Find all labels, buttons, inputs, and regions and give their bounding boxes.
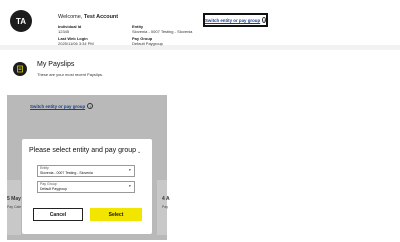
pay-group-select-value[interactable]: Default Paygroup <box>40 187 67 191</box>
payslip-card-right-date: 4 A <box>162 196 170 202</box>
pay-group-select-label: Pay Group <box>40 182 57 186</box>
user-name: Test Account <box>83 14 119 20</box>
entity-value: Slovenia - 0007 Testing - Slovenia <box>132 29 193 34</box>
page-subtitle: These are your most recent Payslips. <box>37 72 104 77</box>
payslip-card-left-sub: Pay Cale <box>7 205 22 209</box>
individual-id-value: 12345 <box>58 29 70 34</box>
document-icon <box>17 65 23 73</box>
switch-entity-link[interactable]: Switch entity or pay group i <box>203 13 268 27</box>
info-icon: i <box>87 103 94 109</box>
welcome-text: Welcome, Test Account <box>58 14 118 20</box>
backdrop-switch-entity-text: Switch entity or pay group <box>30 103 86 109</box>
modal-title: Please select entity and pay group <box>29 147 137 154</box>
switch-entity-link-text[interactable]: Switch entity or pay group <box>205 18 260 23</box>
page-title: My Payslips <box>37 61 75 68</box>
caret-down-icon[interactable]: ▾ <box>129 184 131 188</box>
last-login-value: 2025/11/06 3:34 PM <box>58 41 94 46</box>
entity-select-label: Entity <box>40 166 49 170</box>
payslip-icon <box>13 62 27 76</box>
backdrop-switch-entity-link: Switch entity or pay group i <box>30 103 94 109</box>
caret-down-icon[interactable]: ▾ <box>129 168 131 172</box>
chevron-down-icon: ⌄ <box>137 149 142 155</box>
info-icon[interactable]: i <box>262 17 266 23</box>
avatar: TA <box>10 10 32 32</box>
select-button[interactable]: Select <box>90 208 142 221</box>
payslip-card-right-sub: Pay <box>162 205 169 209</box>
payslip-card-left-date: 5 May <box>7 196 21 202</box>
welcome-prefix: Welcome, <box>58 14 83 20</box>
cancel-button[interactable]: Cancel <box>33 208 83 221</box>
pay-group-value: Default Paygroup <box>132 41 163 46</box>
entity-select-value[interactable]: Slovenia - 0007 Testing - Slovenia <box>40 171 93 175</box>
